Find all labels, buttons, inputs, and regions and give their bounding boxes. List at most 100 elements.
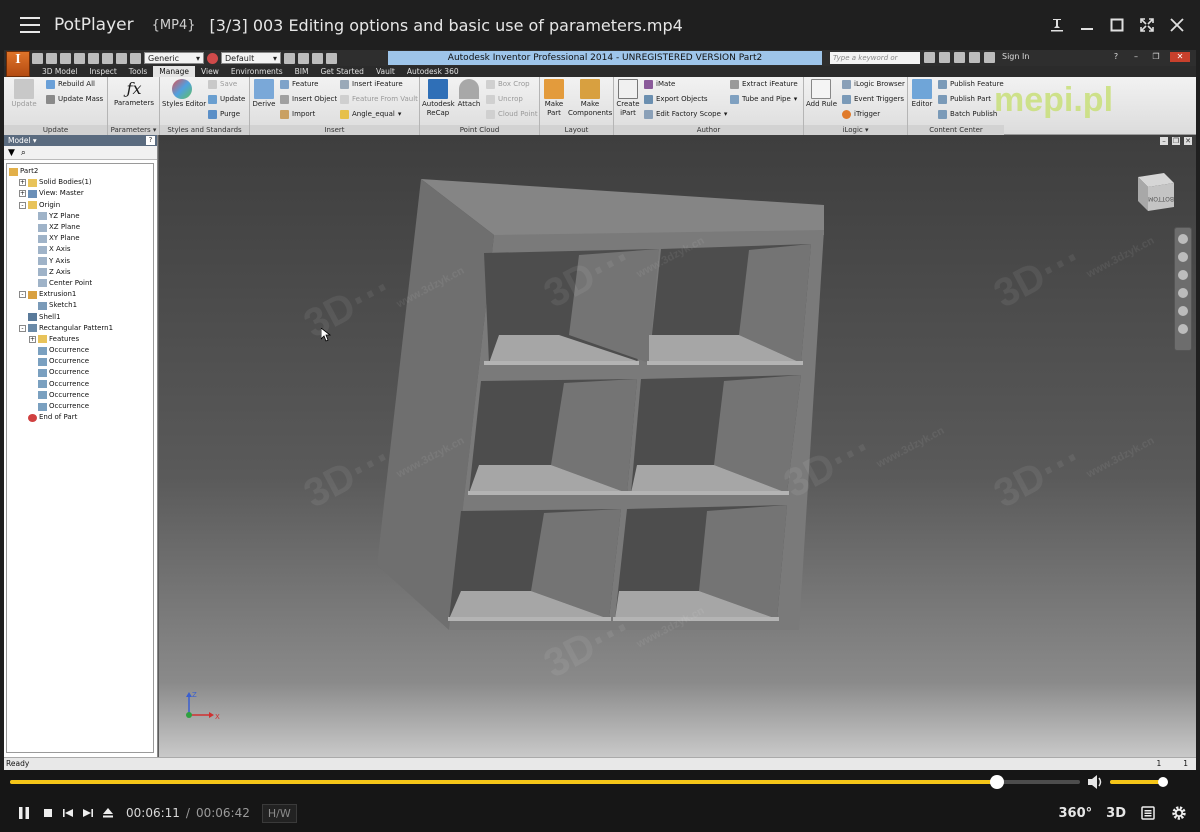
filter-icon[interactable]: ▼ [8, 148, 15, 158]
inventor-restore-icon[interactable]: ❐ [1150, 52, 1162, 62]
import-button[interactable]: Import [280, 110, 315, 119]
hamburger-menu-icon[interactable] [20, 17, 40, 33]
previous-icon[interactable] [58, 803, 78, 823]
save-style-button[interactable]: Save [208, 80, 237, 89]
viewport-close-icon[interactable]: ✕ [1184, 137, 1192, 145]
tree-node[interactable]: Shell1 [7, 311, 153, 322]
star-icon[interactable] [969, 52, 980, 63]
tab-environments[interactable]: Environments [225, 66, 289, 77]
tab-view[interactable]: View [195, 66, 225, 77]
tree-node[interactable]: - Origin [7, 200, 153, 211]
tree-node[interactable]: Part2 [7, 166, 153, 177]
tab-tools[interactable]: Tools [123, 66, 153, 77]
expand-icon[interactable]: + [19, 179, 26, 187]
tree-node[interactable]: Y Axis [7, 256, 153, 267]
publish-part-button[interactable]: Publish Part [938, 95, 991, 104]
insert-object-button[interactable]: Insert Object [280, 95, 337, 104]
minimize-icon[interactable] [1074, 12, 1100, 38]
tree-node[interactable]: Z Axis [7, 267, 153, 278]
angle-equal-select[interactable]: Angle_equal ▾ [340, 110, 401, 119]
tab-autodesk-360[interactable]: Autodesk 360 [401, 66, 465, 77]
uncrop-button[interactable]: Uncrop [486, 95, 523, 104]
browser-help-icon[interactable]: ? [146, 136, 155, 145]
tree-node[interactable]: + Solid Bodies(1) [7, 177, 153, 188]
graphics-viewport[interactable]: 3D⋯www.3dzyk.cn 3D⋯www.3dzyk.cn 3D⋯www.3… [159, 135, 1196, 757]
tree-node[interactable]: - Extrusion1 [7, 289, 153, 300]
volume-handle[interactable] [1158, 777, 1169, 787]
add-rule-button[interactable]: Add Rule [806, 79, 837, 109]
tree-node[interactable]: - Rectangular Pattern1 [7, 323, 153, 334]
update-button[interactable]: Update [8, 79, 40, 109]
tab-get-started[interactable]: Get Started [314, 66, 369, 77]
cloud-point-button[interactable]: Cloud Point [486, 110, 538, 119]
measure-icon[interactable] [326, 52, 337, 64]
maximize-icon[interactable] [1104, 12, 1130, 38]
tree-node[interactable]: Occurrence [7, 379, 153, 390]
settings-gear-icon[interactable] [1170, 804, 1188, 822]
appearance-select[interactable]: Default ▾ [221, 52, 281, 64]
tree-node[interactable]: + Features [7, 334, 153, 345]
attach-button[interactable]: Attach [456, 79, 482, 109]
parameters-button[interactable]: ƒx Parameters [112, 79, 156, 108]
volume-slider[interactable] [1110, 777, 1169, 787]
tree-node[interactable]: X Axis [7, 244, 153, 255]
pause-icon[interactable] [14, 803, 34, 823]
event-triggers-button[interactable]: Event Triggers [842, 95, 904, 104]
tab-manage[interactable]: Manage [153, 66, 196, 77]
playlist-icon[interactable] [1140, 805, 1156, 821]
look-at-icon[interactable] [1178, 306, 1188, 316]
seek-bar[interactable] [10, 775, 1080, 789]
help-icon[interactable]: ? [1110, 52, 1122, 62]
update-style-button[interactable]: Update [208, 95, 245, 104]
feature-button[interactable]: Feature [280, 80, 318, 89]
undo-icon[interactable] [74, 52, 85, 64]
tree-node[interactable]: End of Part [7, 412, 153, 423]
new-file-icon[interactable] [32, 52, 43, 64]
extract-ifeature-button[interactable]: Extract iFeature [730, 80, 798, 89]
editor-button[interactable]: Editor [910, 79, 934, 109]
imate-button[interactable]: iMate [644, 80, 675, 89]
video-frame[interactable]: I Generic ▾ Default ▾ Autodesk Inventor Pr [4, 50, 1196, 770]
viewcube[interactable]: BOTTOM [1130, 171, 1178, 219]
save-icon[interactable] [60, 52, 71, 64]
binoculars-icon[interactable]: ⌕ [21, 148, 26, 158]
viewport-restore-icon[interactable]: ❐ [1172, 137, 1180, 145]
return-icon[interactable] [102, 52, 113, 64]
fullscreen-icon[interactable] [1134, 12, 1160, 38]
make-part-button[interactable]: Make Part [542, 79, 566, 118]
tree-node[interactable]: YZ Plane [7, 211, 153, 222]
collapse-icon[interactable]: - [19, 291, 26, 299]
pin-icon[interactable] [1044, 12, 1070, 38]
edit-factory-scope-button[interactable]: Edit Factory Scope ▾ [644, 110, 727, 119]
update-mass-button[interactable]: Update Mass [46, 95, 103, 104]
export-objects-button[interactable]: Export Objects [644, 95, 708, 104]
volume-icon[interactable] [1087, 774, 1105, 794]
tab-3d-model[interactable]: 3D Model [36, 66, 83, 77]
sketch-icon[interactable] [116, 52, 127, 64]
tube-and-pipe-button[interactable]: Tube and Pipe ▾ [730, 95, 797, 104]
steering-wheel-icon[interactable] [1178, 234, 1188, 244]
open-file-icon[interactable] [46, 52, 57, 64]
inventor-logo[interactable]: I [6, 51, 30, 77]
tree-node[interactable]: Sketch1 [7, 300, 153, 311]
hw-acceleration-button[interactable]: H/W [261, 803, 297, 823]
tree-node[interactable]: Occurrence [7, 390, 153, 401]
inventor-minimize-icon[interactable]: – [1130, 52, 1142, 62]
seek-bar-handle[interactable] [989, 775, 1004, 789]
fx-icon[interactable] [312, 52, 323, 64]
tab-bim[interactable]: BIM [289, 66, 315, 77]
clear-appearance-icon[interactable] [284, 52, 295, 64]
eject-icon[interactable] [98, 803, 118, 823]
pan-icon[interactable] [1178, 252, 1188, 262]
tree-node[interactable]: + View: Master [7, 188, 153, 199]
redo-icon[interactable] [88, 52, 99, 64]
create-ipart-button[interactable]: Create iPart [616, 79, 640, 118]
360-button[interactable]: 360° [1059, 806, 1093, 821]
inventor-close-icon[interactable]: ✕ [1170, 52, 1190, 62]
feature-from-vault-button[interactable]: Feature From Vault [340, 95, 418, 104]
user-icon[interactable] [984, 52, 995, 63]
batch-publish-button[interactable]: Batch Publish [938, 110, 997, 119]
3d-button[interactable]: 3D [1106, 806, 1126, 821]
recap-button[interactable]: Autodesk ReCap [422, 79, 455, 118]
expand-icon[interactable]: + [29, 335, 36, 343]
